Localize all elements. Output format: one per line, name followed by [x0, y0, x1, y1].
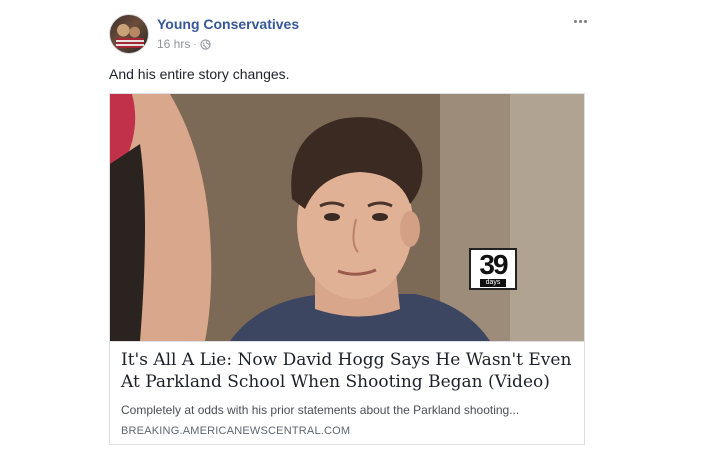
facebook-post: Young Conservatives 16 hrs · And his ent… [0, 0, 711, 452]
link-preview-image[interactable]: 39 days [110, 94, 584, 341]
preview-photo-illustration [110, 94, 584, 341]
globe-icon[interactable] [200, 38, 211, 50]
avatar-flag-detail [116, 38, 144, 48]
badge-label: days [479, 278, 507, 287]
link-preview-text[interactable]: It's All A Lie: Now David Hogg Says He W… [110, 341, 584, 444]
post-timestamp[interactable]: 16 hrs [157, 37, 190, 51]
post-status-text: And his entire story changes. [109, 66, 290, 82]
meta-separator: · [193, 38, 197, 50]
link-description: Completely at odds with his prior statem… [121, 403, 520, 417]
page-name-link[interactable]: Young Conservatives [157, 16, 299, 32]
link-headline[interactable]: It's All A Lie: Now David Hogg Says He W… [121, 349, 576, 393]
page-avatar[interactable] [109, 14, 149, 54]
badge-number: 39 [479, 248, 508, 280]
link-source-domain: BREAKING.AMERICANEWSCENTRAL.COM [121, 425, 351, 437]
more-options-icon[interactable] [570, 13, 590, 29]
link-preview-card[interactable]: 39 days It's All A Lie: Now David Hogg S… [109, 93, 585, 445]
post-meta: 16 hrs · [157, 37, 211, 51]
channel-logo-badge: 39 days [469, 248, 517, 290]
